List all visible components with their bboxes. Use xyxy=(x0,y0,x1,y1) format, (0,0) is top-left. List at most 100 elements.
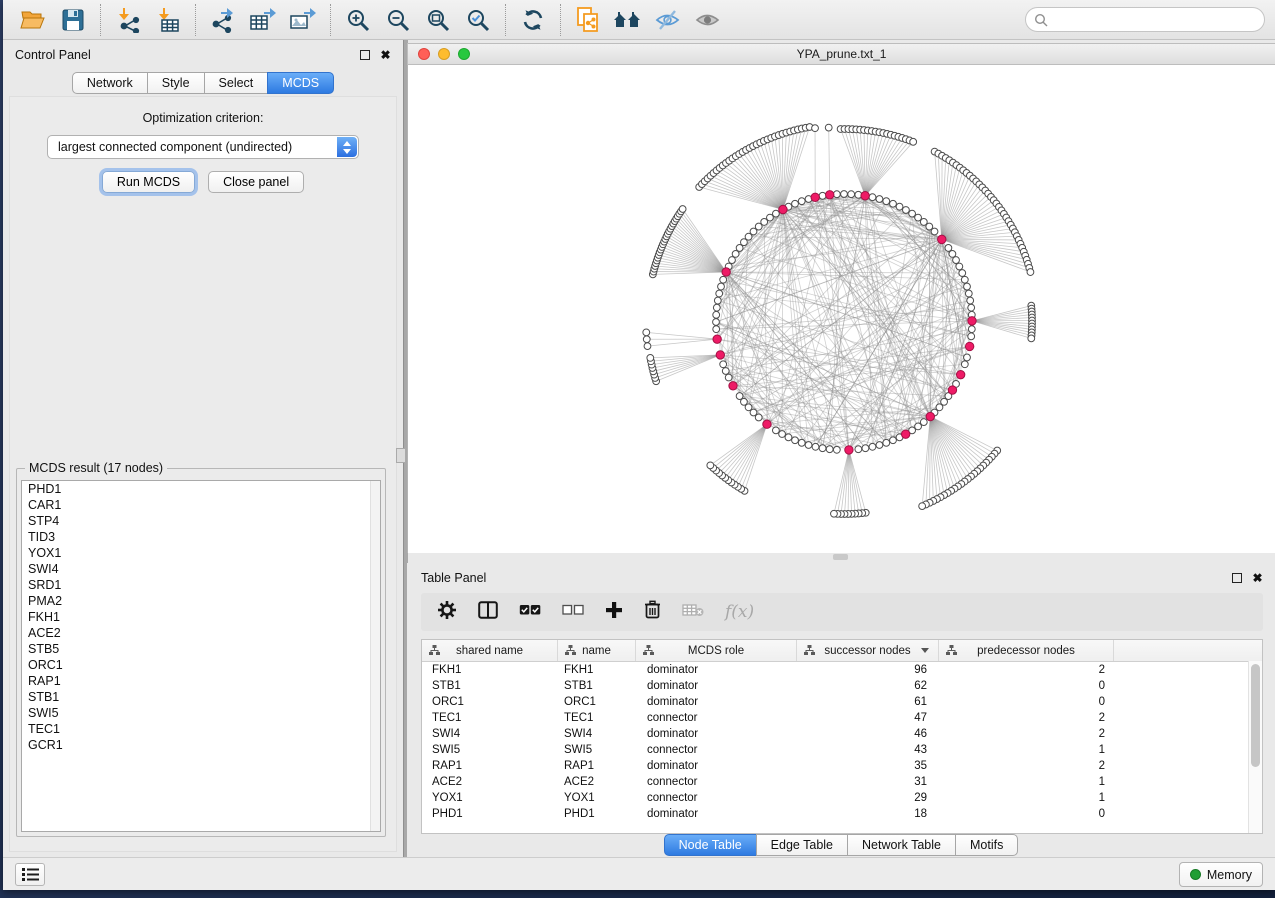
mcds-result-item[interactable]: RAP1 xyxy=(22,673,380,689)
mcds-result-item[interactable]: STB5 xyxy=(22,641,380,657)
float-panel-button[interactable] xyxy=(359,50,370,61)
mcds-result-item[interactable]: SWI4 xyxy=(22,561,380,577)
network-node[interactable] xyxy=(713,304,720,311)
table-row[interactable]: STB1STB1dominator620 xyxy=(422,678,1262,694)
mcds-result-item[interactable]: SWI5 xyxy=(22,705,380,721)
network-node[interactable] xyxy=(965,290,972,297)
mcds-node[interactable] xyxy=(938,235,946,243)
network-node[interactable] xyxy=(722,368,729,375)
network-node[interactable] xyxy=(968,304,975,311)
network-node[interactable] xyxy=(833,191,840,198)
leaf-node[interactable] xyxy=(647,355,654,362)
mcds-node[interactable] xyxy=(729,382,737,390)
network-canvas[interactable] xyxy=(407,65,1275,553)
close-table-panel-button[interactable]: ✖ xyxy=(1252,573,1263,584)
mcds-node[interactable] xyxy=(965,342,973,350)
mcds-result-item[interactable]: ORC1 xyxy=(22,657,380,673)
table-row[interactable]: SWI5SWI5connector431 xyxy=(422,742,1262,758)
network-node[interactable] xyxy=(869,194,876,201)
mcds-node[interactable] xyxy=(779,205,787,213)
mcds-node[interactable] xyxy=(948,386,956,394)
mcds-node[interactable] xyxy=(763,420,771,428)
network-node[interactable] xyxy=(798,439,805,446)
network-node[interactable] xyxy=(862,445,869,452)
minimize-window-icon[interactable] xyxy=(438,48,450,60)
mcds-result-item[interactable]: STB1 xyxy=(22,689,380,705)
network-node[interactable] xyxy=(896,203,903,210)
memory-button[interactable]: Memory xyxy=(1179,862,1263,887)
leaf-node[interactable] xyxy=(643,329,650,336)
network-node[interactable] xyxy=(855,446,862,453)
network-node[interactable] xyxy=(729,257,736,264)
tab-network[interactable]: Network xyxy=(72,72,148,94)
horizontal-splitter-grip[interactable] xyxy=(833,554,848,560)
mcds-node[interactable] xyxy=(716,351,724,359)
network-node[interactable] xyxy=(798,198,805,205)
settings-gear-icon[interactable] xyxy=(437,600,457,625)
mcds-node[interactable] xyxy=(956,370,964,378)
network-node[interactable] xyxy=(869,443,876,450)
zoom-fit-icon[interactable] xyxy=(418,3,458,37)
tab-network-table[interactable]: Network Table xyxy=(847,834,956,856)
mcds-node[interactable] xyxy=(845,446,853,454)
network-node[interactable] xyxy=(883,439,890,446)
tab-select[interactable]: Select xyxy=(204,72,269,94)
select-all-icon[interactable] xyxy=(519,603,541,621)
task-history-button[interactable] xyxy=(15,863,45,886)
zoom-out-icon[interactable] xyxy=(378,3,418,37)
import-table-icon[interactable] xyxy=(148,3,188,37)
search-input[interactable] xyxy=(1054,12,1256,28)
mcds-result-item[interactable]: TEC1 xyxy=(22,721,380,737)
column-header-predecessor-nodes[interactable]: predecessor nodes xyxy=(939,640,1114,661)
criterion-select[interactable]: largest connected component (undirected) xyxy=(47,135,359,159)
mcds-node[interactable] xyxy=(713,335,721,343)
network-node[interactable] xyxy=(967,297,974,304)
column-header-MCDS-role[interactable]: MCDS role xyxy=(636,640,797,661)
mcds-node[interactable] xyxy=(811,193,819,201)
tab-node-table[interactable]: Node Table xyxy=(664,834,757,856)
mcds-result-item[interactable]: YOX1 xyxy=(22,545,380,561)
mcds-result-item[interactable]: STP4 xyxy=(22,513,380,529)
column-header-successor-nodes[interactable]: successor nodes xyxy=(797,640,939,661)
close-panel-button-mcds[interactable]: Close panel xyxy=(208,171,304,193)
table-row[interactable]: YOX1YOX1connector291 xyxy=(422,790,1262,806)
mcds-node[interactable] xyxy=(722,268,730,276)
network-node[interactable] xyxy=(725,374,732,381)
column-header-name[interactable]: name xyxy=(558,640,636,661)
network-node[interactable] xyxy=(718,283,725,290)
refresh-icon[interactable] xyxy=(513,3,553,37)
mcds-result-item[interactable]: PMA2 xyxy=(22,593,380,609)
leaf-node[interactable] xyxy=(679,206,686,213)
network-node[interactable] xyxy=(767,214,774,221)
network-node[interactable] xyxy=(964,354,971,361)
network-node[interactable] xyxy=(819,192,826,199)
network-node[interactable] xyxy=(772,427,779,434)
network-node[interactable] xyxy=(931,228,938,235)
close-panel-button[interactable]: ✖ xyxy=(380,50,391,61)
vertical-splitter-grip[interactable] xyxy=(396,448,406,463)
network-node[interactable] xyxy=(961,361,968,368)
mcds-result-item[interactable]: TID3 xyxy=(22,529,380,545)
table-row[interactable]: TEC1TEC1connector472 xyxy=(422,710,1262,726)
hide-selected-icon[interactable] xyxy=(648,3,688,37)
network-node[interactable] xyxy=(792,437,799,444)
leaf-node[interactable] xyxy=(643,336,650,343)
network-node[interactable] xyxy=(779,431,786,438)
network-node[interactable] xyxy=(945,245,952,252)
zoom-selected-icon[interactable] xyxy=(458,3,498,37)
float-table-panel-button[interactable] xyxy=(1231,573,1242,584)
network-node[interactable] xyxy=(848,191,855,198)
mcds-result-list[interactable]: PHD1CAR1STP4TID3YOX1SWI4SRD1PMA2FKH1ACE2… xyxy=(21,480,381,832)
mcds-node[interactable] xyxy=(861,192,869,200)
export-network-icon[interactable] xyxy=(203,3,243,37)
network-node[interactable] xyxy=(792,200,799,207)
table-row[interactable]: FKH1FKH1dominator962 xyxy=(422,662,1262,678)
mcds-node[interactable] xyxy=(826,191,834,199)
show-all-icon[interactable] xyxy=(688,3,728,37)
network-node[interactable] xyxy=(713,311,720,318)
network-node[interactable] xyxy=(903,207,910,214)
network-node[interactable] xyxy=(805,442,812,449)
copy-style-icon[interactable] xyxy=(568,3,608,37)
leaf-node[interactable] xyxy=(831,510,838,517)
tab-edge-table[interactable]: Edge Table xyxy=(756,834,848,856)
